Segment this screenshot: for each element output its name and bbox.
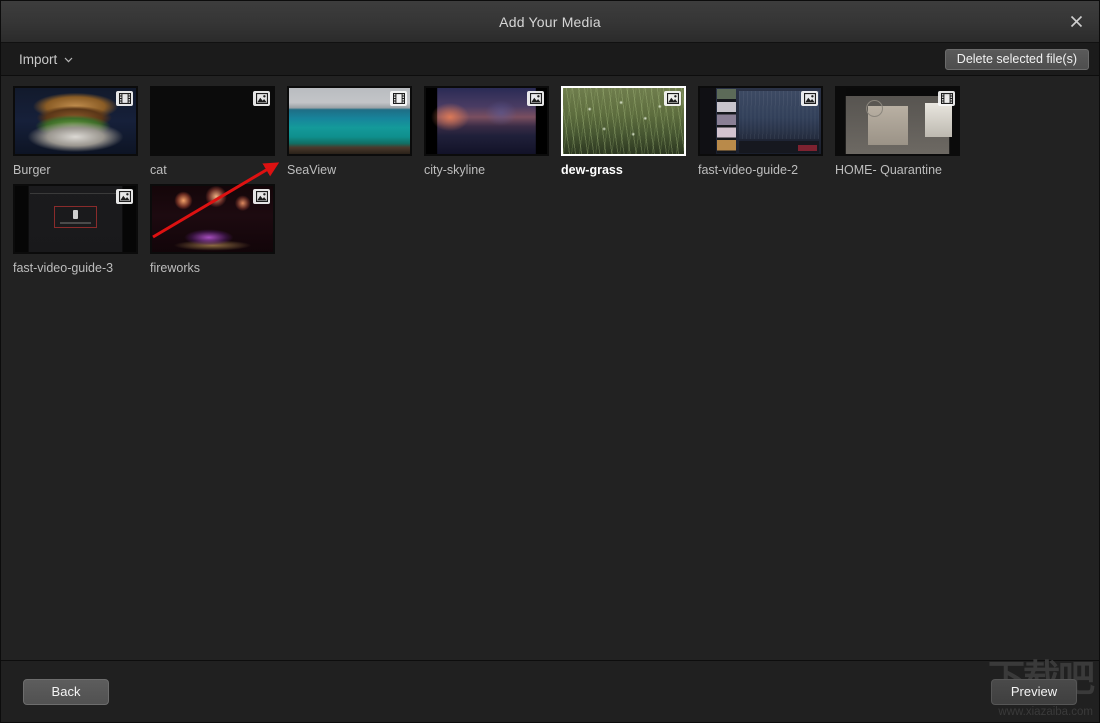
delete-selected-files-button[interactable]: Delete selected file(s) xyxy=(944,48,1089,70)
media-item-label: Burger xyxy=(13,163,51,177)
media-item[interactable]: Burger xyxy=(13,86,150,177)
add-media-dialog: Add Your Media Import Delete selected fi… xyxy=(0,0,1100,723)
chevron-down-icon xyxy=(64,50,73,68)
media-thumbnail[interactable] xyxy=(13,184,138,254)
photo-icon xyxy=(801,91,818,106)
media-item[interactable]: fast-video-guide-3 xyxy=(13,184,150,275)
media-item[interactable]: HOME- Quarantine xyxy=(835,86,972,177)
import-dropdown[interactable]: Import xyxy=(15,47,77,71)
preview-button[interactable]: Preview xyxy=(991,678,1077,705)
media-thumbnail[interactable] xyxy=(150,86,275,156)
photo-icon xyxy=(116,189,133,204)
media-item[interactable]: fireworks xyxy=(150,184,287,275)
media-grid: Burger cat SeaView city-skyline dew-grass fas… xyxy=(13,86,1099,282)
media-item[interactable]: dew-grass xyxy=(561,86,698,177)
photo-icon xyxy=(527,91,544,106)
media-item-label: HOME- Quarantine xyxy=(835,163,942,177)
media-thumbnail[interactable] xyxy=(835,86,960,156)
close-button[interactable] xyxy=(1053,1,1099,42)
footer-bar: Back 下载吧 www.xiazaiba.com Preview xyxy=(1,660,1099,722)
media-item[interactable]: fast-video-guide-2 xyxy=(698,86,835,177)
media-thumbnail[interactable] xyxy=(424,86,549,156)
page-title: Add Your Media xyxy=(499,13,601,30)
media-thumbnail[interactable] xyxy=(561,86,686,156)
media-item-label: fast-video-guide-2 xyxy=(698,163,799,177)
media-item-label: SeaView xyxy=(287,163,337,177)
media-item[interactable]: SeaView xyxy=(287,86,424,177)
media-browser: Burger cat SeaView city-skyline dew-grass fas… xyxy=(1,76,1099,660)
media-thumbnail[interactable] xyxy=(698,86,823,156)
film-strip-icon xyxy=(938,91,955,106)
media-item-label: dew-grass xyxy=(561,163,623,177)
import-label: Import xyxy=(19,51,58,67)
film-strip-icon xyxy=(116,91,133,106)
media-thumbnail[interactable] xyxy=(150,184,275,254)
watermark-url: www.xiazaiba.com xyxy=(998,706,1093,718)
back-button[interactable]: Back xyxy=(23,678,109,705)
title-bar: Add Your Media xyxy=(1,1,1099,43)
photo-icon xyxy=(664,91,681,106)
toolbar: Import Delete selected file(s) xyxy=(1,43,1099,76)
close-icon xyxy=(1069,14,1084,29)
media-item[interactable]: cat xyxy=(150,86,287,177)
media-item-label: cat xyxy=(150,163,167,177)
media-thumbnail[interactable] xyxy=(13,86,138,156)
media-item-label: city-skyline xyxy=(424,163,486,177)
photo-icon xyxy=(253,189,270,204)
photo-icon xyxy=(253,91,270,106)
media-thumbnail[interactable] xyxy=(287,86,412,156)
media-item-label: fireworks xyxy=(150,261,201,275)
media-item-label: fast-video-guide-3 xyxy=(13,261,114,275)
film-strip-icon xyxy=(390,91,407,106)
media-item[interactable]: city-skyline xyxy=(424,86,561,177)
